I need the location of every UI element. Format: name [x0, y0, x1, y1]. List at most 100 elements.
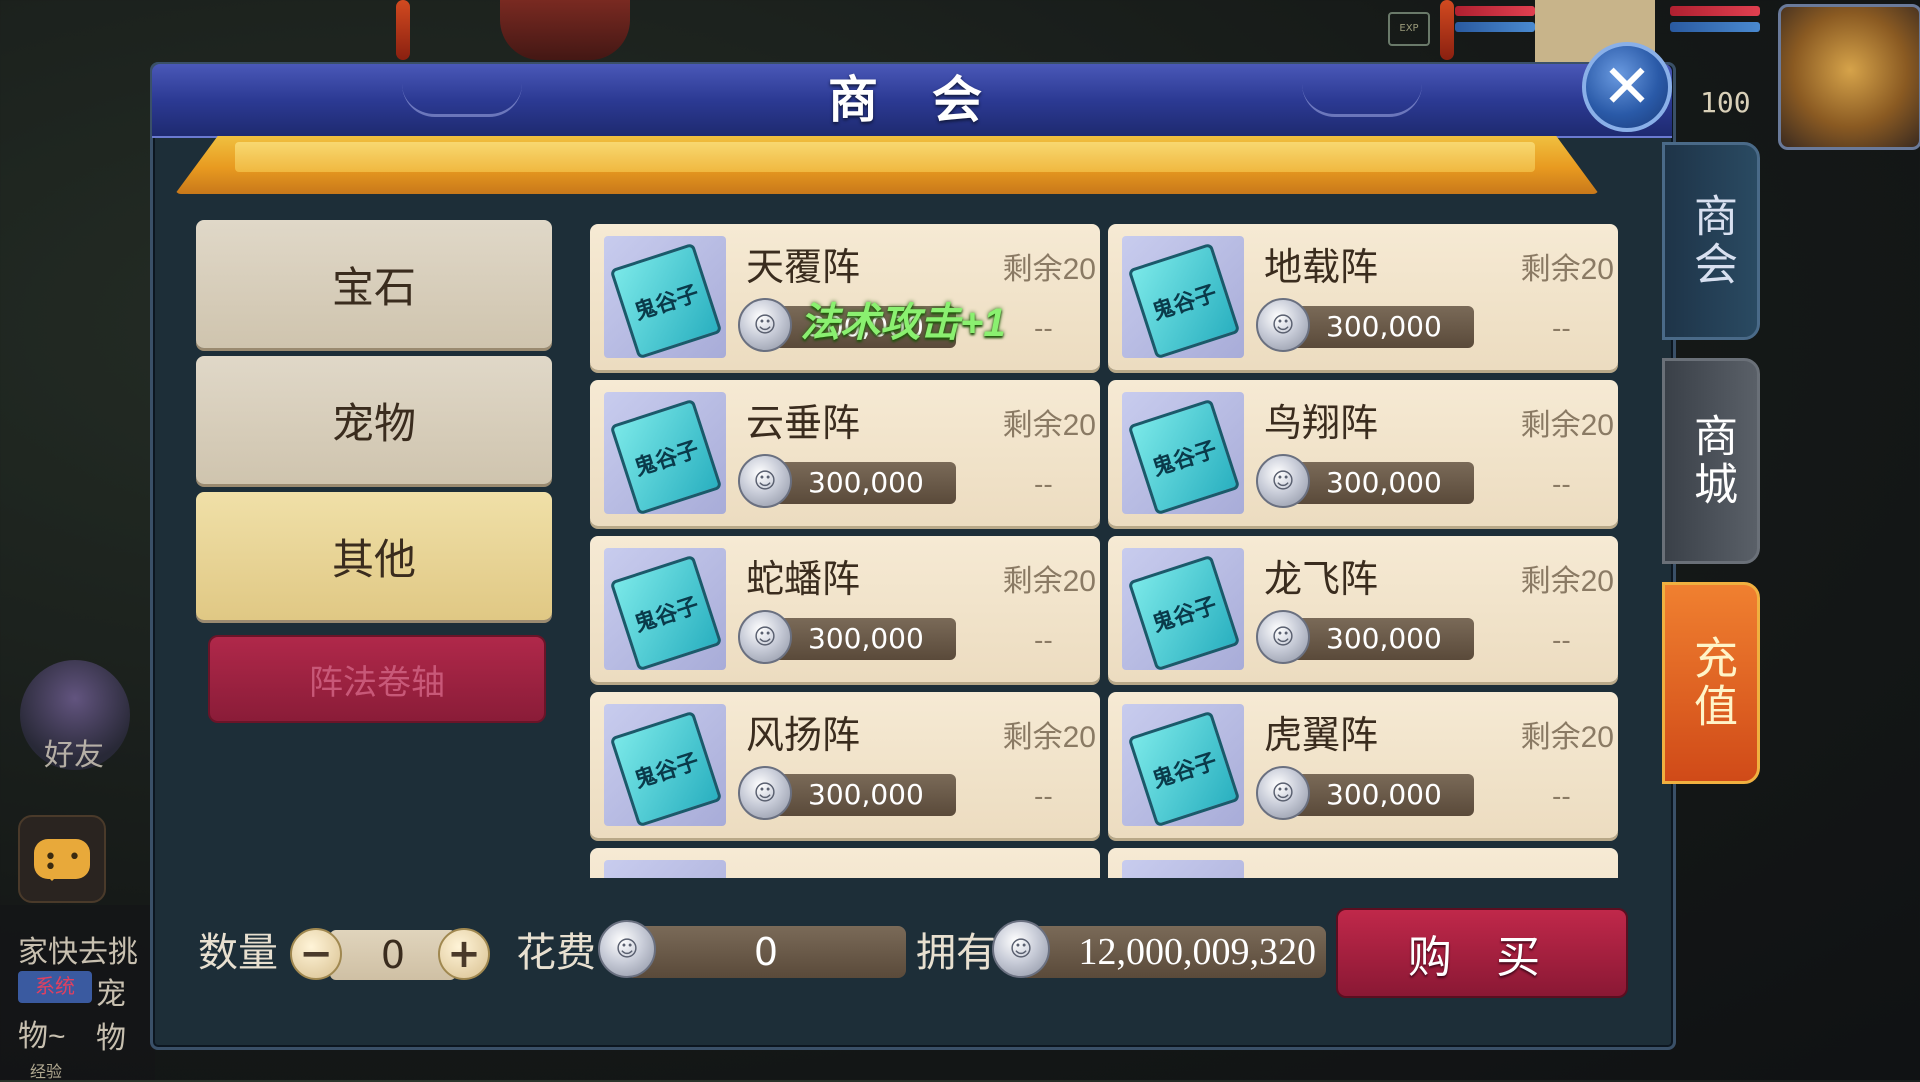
- item-remaining: 剩余20: [1002, 721, 1096, 754]
- floating-effect-text: 法术攻击+1: [800, 301, 1006, 345]
- owned-label: 拥有: [916, 931, 996, 975]
- item-name: 地载阵: [1264, 247, 1379, 289]
- side-tab-chamber-of-commerce[interactable]: 商会: [1662, 142, 1760, 340]
- chat-tag: 系统: [18, 971, 92, 1003]
- silver-coin-icon: ☺: [1256, 454, 1310, 508]
- scroll-book-icon: 鬼谷子: [1127, 710, 1241, 828]
- item-name: 天覆阵: [746, 247, 861, 289]
- item-extra: --: [1552, 470, 1571, 500]
- side-tab-recharge[interactable]: 充值: [1662, 582, 1760, 784]
- item-icon: [1122, 860, 1244, 878]
- shop-item[interactable]: 鬼谷子 龙飞阵 剩余20 300,000 ☺ --: [1108, 536, 1618, 682]
- scroll-book-icon: 鬼谷子: [1127, 554, 1241, 672]
- friend-label[interactable]: 好友: [44, 730, 104, 774]
- pet-hp-mp-bars: [1455, 6, 1535, 56]
- decrease-quantity-button[interactable]: −: [290, 928, 342, 980]
- scroll-book-icon: 鬼谷子: [1127, 242, 1241, 360]
- item-remaining: 剩余20: [1520, 565, 1614, 598]
- item-name: 风扬阵: [746, 715, 861, 757]
- subcategory-formation-scrolls[interactable]: 阵法卷轴: [208, 635, 546, 723]
- chat-line: 宠物: [96, 978, 126, 1055]
- shop-item-partial[interactable]: [590, 848, 1100, 878]
- item-icon: [604, 860, 726, 878]
- scroll-book-icon: 鬼谷子: [609, 554, 723, 672]
- chat-button[interactable]: • • •: [18, 815, 106, 903]
- item-remaining: 剩余20: [1520, 721, 1614, 754]
- background-character: [500, 0, 630, 60]
- item-name: 云垂阵: [746, 403, 861, 445]
- item-price: 300,000: [1284, 306, 1474, 348]
- item-grid[interactable]: 鬼谷子 天覆阵 剩余20 300,000 ☺ -- 法术攻击+1 鬼谷子 地载阵…: [590, 224, 1630, 878]
- quantity-label: 数量: [198, 931, 278, 975]
- category-tab-other[interactable]: 其他: [196, 492, 552, 620]
- item-icon: 鬼谷子: [604, 548, 726, 672]
- dialog-title: 商 会: [828, 72, 1002, 128]
- silver-coin-icon: ☺: [738, 766, 792, 820]
- category-label: 其他: [331, 535, 416, 583]
- item-remaining: 剩余20: [1520, 409, 1614, 442]
- chat-line: 家快去挑: [18, 936, 138, 969]
- category-tab-gems[interactable]: 宝石: [196, 220, 552, 348]
- item-extra: --: [1552, 782, 1571, 812]
- owned-value: 12,000,009,320: [1020, 926, 1326, 978]
- shop-item[interactable]: 鬼谷子 地载阵 剩余20 300,000 ☺ --: [1108, 224, 1618, 370]
- item-remaining: 剩余20: [1002, 253, 1096, 286]
- exp-label: 经验: [30, 1062, 63, 1081]
- item-icon: 鬼谷子: [1122, 236, 1244, 360]
- scroll-book-icon: 鬼谷子: [609, 710, 723, 828]
- item-icon: 鬼谷子: [604, 236, 726, 360]
- shop-item[interactable]: 鬼谷子 虎翼阵 剩余20 300,000 ☺ --: [1108, 692, 1618, 838]
- status-icon[interactable]: EXP: [1388, 12, 1430, 46]
- item-remaining: 剩余20: [1002, 565, 1096, 598]
- silver-coin-icon: ☺: [598, 920, 656, 978]
- item-price: 300,000: [766, 774, 956, 816]
- category-label: 宠物: [331, 399, 416, 447]
- buy-button-label: 购 买: [1407, 933, 1557, 982]
- item-icon: 鬼谷子: [1122, 548, 1244, 672]
- item-price: 300,000: [766, 618, 956, 660]
- item-icon: 鬼谷子: [604, 392, 726, 516]
- item-remaining: 剩余20: [1520, 253, 1614, 286]
- side-tab-mall[interactable]: 商城: [1662, 358, 1760, 564]
- shop-item[interactable]: 鬼谷子 蛇蟠阵 剩余20 300,000 ☺ --: [590, 536, 1100, 682]
- scroll-book-icon: 鬼谷子: [609, 398, 723, 516]
- increase-quantity-button[interactable]: +: [438, 928, 490, 980]
- silver-coin-icon: ☺: [738, 298, 792, 352]
- item-name: 鸟翔阵: [1264, 403, 1379, 445]
- subcategory-label: 阵法卷轴: [309, 663, 445, 702]
- close-icon: ✕: [1601, 52, 1653, 122]
- category-tab-pets[interactable]: 宠物: [196, 356, 552, 484]
- item-name: 龙飞阵: [1264, 559, 1379, 601]
- silver-coin-icon: ☺: [738, 454, 792, 508]
- player-hp-mp-bars: [1670, 6, 1760, 56]
- shop-item[interactable]: 鬼谷子 云垂阵 剩余20 300,000 ☺ --: [590, 380, 1100, 526]
- silver-coin-icon: ☺: [1256, 298, 1310, 352]
- item-extra: --: [1034, 626, 1053, 656]
- item-price: 300,000: [766, 462, 956, 504]
- category-label: 宝石: [331, 263, 416, 311]
- close-button[interactable]: ✕: [1582, 42, 1672, 132]
- item-price: 300,000: [1284, 774, 1474, 816]
- item-extra: --: [1552, 314, 1571, 344]
- item-extra: --: [1034, 782, 1053, 812]
- shop-item-partial[interactable]: [1108, 848, 1618, 878]
- silver-coin-icon: ☺: [738, 610, 792, 664]
- item-extra: --: [1034, 470, 1053, 500]
- silver-coin-icon: ☺: [1256, 766, 1310, 820]
- background-pillar: [1440, 0, 1454, 60]
- item-icon: 鬼谷子: [1122, 704, 1244, 828]
- cost-value: 0: [626, 926, 906, 978]
- item-name: 蛇蟠阵: [746, 559, 861, 601]
- buy-button[interactable]: 购 买: [1336, 908, 1628, 998]
- shop-item[interactable]: 鬼谷子 风扬阵 剩余20 300,000 ☺ --: [590, 692, 1100, 838]
- item-price: 300,000: [1284, 462, 1474, 504]
- shop-item[interactable]: 鬼谷子 鸟翔阵 剩余20 300,000 ☺ --: [1108, 380, 1618, 526]
- item-price: 300,000: [1284, 618, 1474, 660]
- silver-coin-icon: ☺: [992, 920, 1050, 978]
- silver-coin-icon: ☺: [1256, 610, 1310, 664]
- chat-log[interactable]: 家快去挑 系统 宠物 物~: [0, 905, 155, 1080]
- cost-label: 花费: [516, 931, 596, 975]
- background-pillar: [396, 0, 410, 60]
- shop-item[interactable]: 鬼谷子 天覆阵 剩余20 300,000 ☺ -- 法术攻击+1: [590, 224, 1100, 370]
- chat-line: 物~: [18, 1020, 66, 1053]
